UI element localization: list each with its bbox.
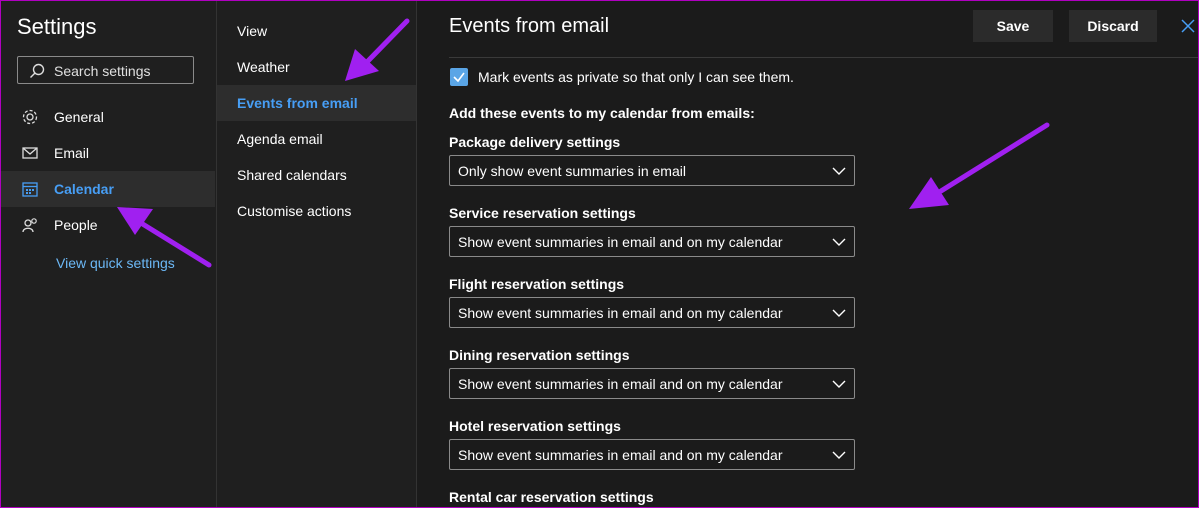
- nav-item-label: People: [54, 217, 98, 233]
- private-events-label: Mark events as private so that only I ca…: [478, 69, 794, 85]
- save-button[interactable]: Save: [973, 10, 1053, 42]
- page-title: Events from email: [449, 15, 610, 37]
- rental-car-reservation-heading: Rental car reservation settings: [449, 489, 654, 505]
- nav-item-email[interactable]: Email: [1, 135, 215, 171]
- settings-window: Settings Search settings General Email C…: [0, 0, 1199, 508]
- settings-nav: Settings Search settings General Email C…: [1, 1, 217, 507]
- subnav-item-customise-actions[interactable]: Customise actions: [217, 193, 416, 229]
- chevron-down-icon: [832, 380, 846, 388]
- package-delivery-heading: Package delivery settings: [449, 134, 621, 150]
- calendar-subnav: View Weather Events from email Agenda em…: [217, 1, 417, 507]
- package-delivery-select[interactable]: Only show event summaries in email: [449, 155, 855, 186]
- chevron-down-icon: [832, 451, 846, 459]
- nav-item-label: Email: [54, 145, 90, 161]
- hotel-reservation-heading: Hotel reservation settings: [449, 418, 621, 434]
- subnav-item-label: Customise actions: [237, 203, 352, 219]
- service-reservation-heading: Service reservation settings: [449, 205, 636, 221]
- search-icon: [30, 63, 45, 78]
- select-value: Show event summaries in email and on my …: [458, 447, 783, 463]
- subnav-item-events-from-email[interactable]: Events from email: [217, 85, 416, 121]
- dining-reservation-select[interactable]: Show event summaries in email and on my …: [449, 368, 855, 399]
- subnav-item-label: Weather: [237, 59, 290, 75]
- nav-item-label: Calendar: [54, 181, 114, 197]
- search-placeholder: Search settings: [54, 63, 151, 79]
- select-value: Show event summaries in email and on my …: [458, 305, 783, 321]
- events-from-email-panel: Events from email Save Discard Mark even…: [417, 1, 1198, 507]
- add-events-heading: Add these events to my calendar from ema…: [449, 105, 755, 121]
- dining-reservation-heading: Dining reservation settings: [449, 347, 630, 363]
- subnav-item-label: View: [237, 23, 268, 39]
- chevron-down-icon: [832, 238, 846, 246]
- nav-item-calendar[interactable]: Calendar: [1, 171, 215, 207]
- service-reservation-select[interactable]: Show event summaries in email and on my …: [449, 226, 855, 257]
- gear-icon: [22, 109, 38, 125]
- subnav-item-view[interactable]: View: [217, 13, 416, 49]
- header-divider: [449, 57, 1198, 58]
- flight-reservation-select[interactable]: Show event summaries in email and on my …: [449, 297, 855, 328]
- subnav-item-weather[interactable]: Weather: [217, 49, 416, 85]
- select-value: Show event summaries in email and on my …: [458, 234, 783, 250]
- chevron-down-icon: [832, 309, 846, 317]
- private-events-checkbox[interactable]: [450, 68, 468, 86]
- calendar-icon: [22, 182, 38, 197]
- nav-item-label: General: [54, 109, 104, 125]
- subnav-item-label: Events from email: [237, 95, 358, 111]
- settings-title: Settings: [17, 14, 97, 39]
- close-icon[interactable]: [1179, 17, 1197, 35]
- subnav-item-agenda-email[interactable]: Agenda email: [217, 121, 416, 157]
- select-value: Only show event summaries in email: [458, 163, 686, 179]
- discard-button[interactable]: Discard: [1069, 10, 1157, 42]
- select-value: Show event summaries in email and on my …: [458, 376, 783, 392]
- mail-icon: [22, 147, 38, 159]
- chevron-down-icon: [832, 167, 846, 175]
- hotel-reservation-select[interactable]: Show event summaries in email and on my …: [449, 439, 855, 470]
- nav-item-people[interactable]: People: [1, 207, 215, 243]
- checkmark-icon: [453, 72, 465, 83]
- subnav-item-shared-calendars[interactable]: Shared calendars: [217, 157, 416, 193]
- people-icon: [22, 218, 37, 233]
- view-quick-settings-link[interactable]: View quick settings: [56, 255, 175, 271]
- subnav-item-label: Agenda email: [237, 131, 323, 147]
- flight-reservation-heading: Flight reservation settings: [449, 276, 625, 292]
- subnav-item-label: Shared calendars: [237, 167, 347, 183]
- nav-item-general[interactable]: General: [1, 99, 215, 135]
- search-settings-input[interactable]: Search settings: [17, 56, 194, 84]
